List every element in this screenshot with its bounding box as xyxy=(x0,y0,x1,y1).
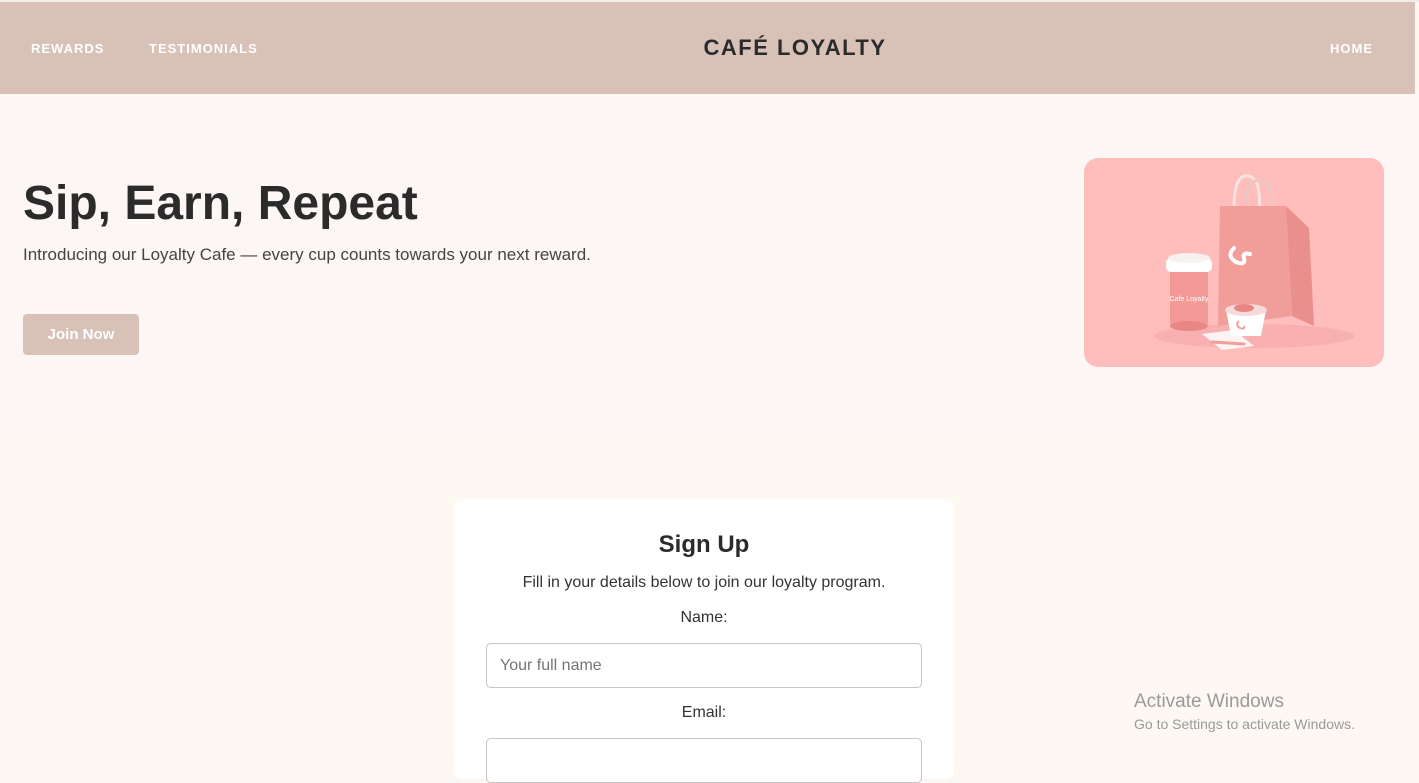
hero-title: Sip, Earn, Repeat xyxy=(23,177,418,230)
join-now-button[interactable]: Join Now xyxy=(23,314,139,355)
hero-image: Cafe Loyalty xyxy=(1084,158,1384,367)
nav-home-link[interactable]: HOME xyxy=(1330,41,1373,56)
hero-subtitle: Introducing our Loyalty Cafe — every cup… xyxy=(23,245,591,264)
cup-label: Cafe Loyalty xyxy=(1170,296,1209,303)
site-header: REWARDS TESTIMONIALS CAFÉ LOYALTY HOME xyxy=(0,2,1415,94)
watermark-title: Activate Windows xyxy=(1134,691,1284,712)
brand-logo-text[interactable]: CAFÉ LOYALTY xyxy=(0,35,1419,61)
hero-section: Sip, Earn, Repeat Introducing our Loyalt… xyxy=(0,94,1419,435)
signup-description: Fill in your details below to join our l… xyxy=(522,574,886,591)
signup-title: Sign Up xyxy=(658,531,750,558)
windows-activation-watermark: Activate Windows Go to Settings to activ… xyxy=(1134,691,1355,732)
name-label: Name: xyxy=(680,609,728,626)
signup-card: Sign Up Fill in your details below to jo… xyxy=(454,499,954,783)
email-label: Email: xyxy=(681,704,727,721)
watermark-subtitle: Go to Settings to activate Windows. xyxy=(1134,716,1355,732)
email-input[interactable] xyxy=(486,738,922,783)
cafe-merch-illustration: Cafe Loyalty xyxy=(1154,174,1354,350)
name-input[interactable] xyxy=(486,643,922,688)
